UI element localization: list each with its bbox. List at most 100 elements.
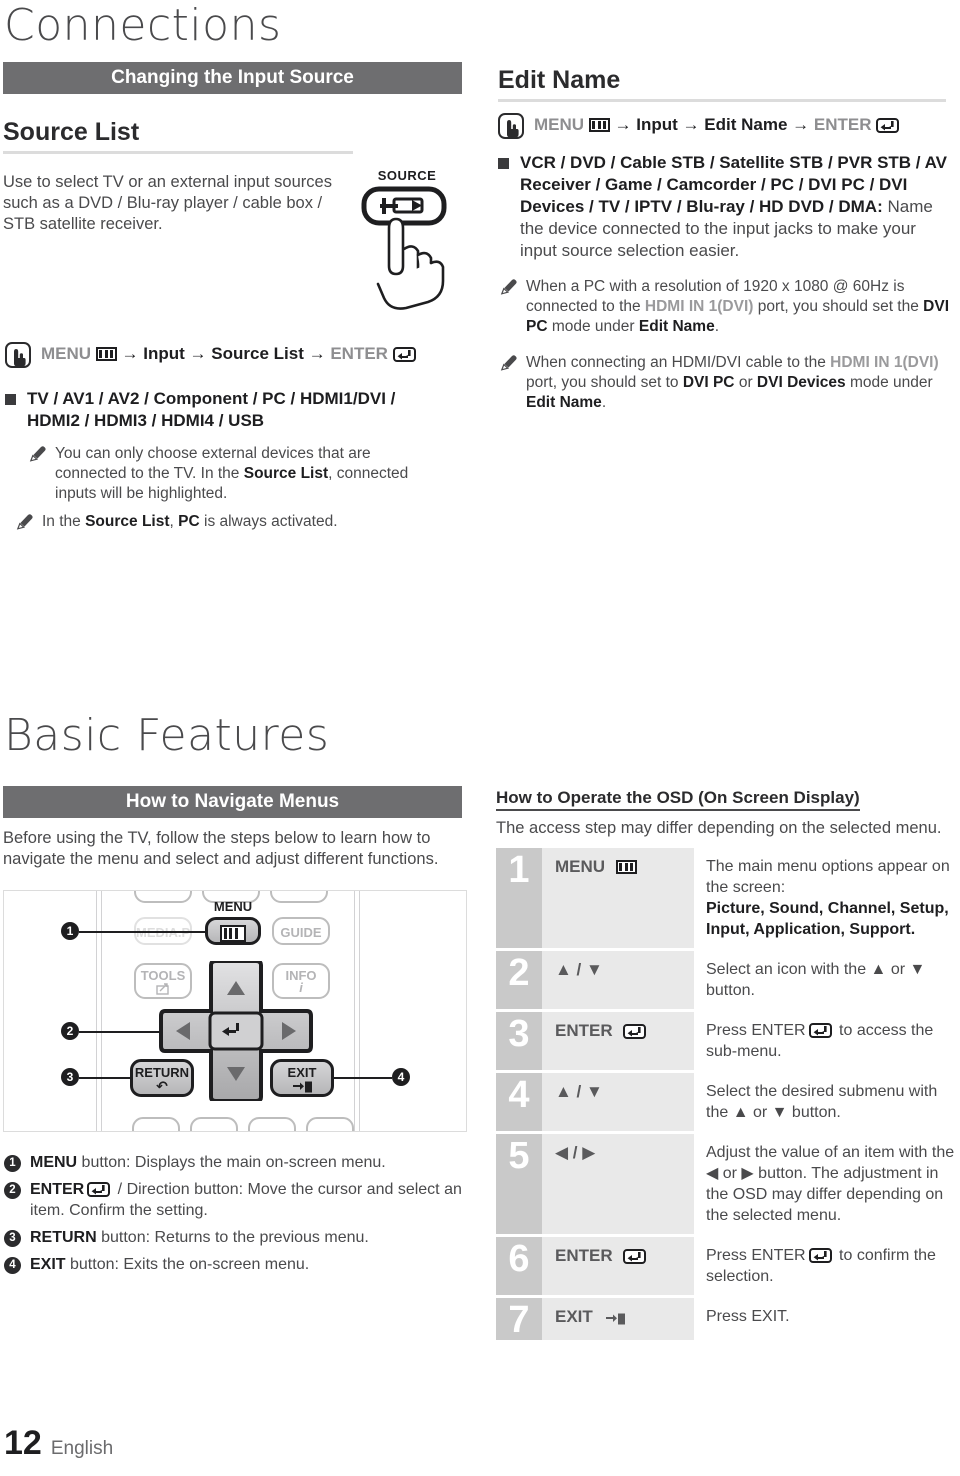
callout-number-4: 4 <box>392 1068 410 1086</box>
osd-row-5-button: ◀ / ▶ <box>542 1131 694 1236</box>
path-edit-name-text: MENU → Input → Edit Name → ENTER <box>534 113 900 137</box>
osd-row-6-button: ENTER <box>542 1234 694 1297</box>
menu-icon <box>220 925 246 942</box>
legend-number-4: 4 <box>4 1257 21 1274</box>
note-source-list-2-text: In the Source List, PC is always activat… <box>42 512 338 532</box>
remote-edge-rail-left-2 <box>101 891 102 1131</box>
enter-icon <box>623 1024 647 1039</box>
en-note-2-p4: mode under <box>845 374 933 391</box>
osd-row-4-number: 4 <box>496 1070 542 1133</box>
callout-leader-1 <box>79 931 207 933</box>
exit-icon <box>293 1081 312 1093</box>
osd-row-2-button: ▲ / ▼ <box>542 948 694 1011</box>
source-list-description: Use to select TV or an external input so… <box>3 173 332 233</box>
enter-icon <box>87 1182 111 1197</box>
osd-row-1-desc: The main menu options appear on the scre… <box>694 848 960 950</box>
path-enter-label: ENTER <box>330 344 388 363</box>
osd-row-5-desc: Adjust the value of an item with the ◀ o… <box>694 1131 960 1236</box>
legend-text-4: EXIT button: Exits the on-screen menu. <box>30 1254 309 1275</box>
en-note-1-p2: port, you should set the <box>753 298 924 315</box>
arrow-2: → <box>682 115 700 134</box>
callout-number-1: 1 <box>61 922 79 940</box>
footer-page-number: 12 <box>4 1424 42 1462</box>
path-step-input: Input <box>143 344 185 363</box>
table-row: 2 ▲ / ▼ Select an icon with the ▲ or ▼ b… <box>496 948 960 1011</box>
osd-row-7-button-label: EXIT <box>555 1307 593 1326</box>
enter-icon <box>876 118 900 133</box>
remote-edge-rail-left <box>96 891 97 1131</box>
osd-row-3-desc-pre: Press ENTER <box>706 1022 806 1039</box>
legend-number-2: 2 <box>4 1182 21 1199</box>
osd-row-3-button-label: ENTER <box>555 1021 613 1040</box>
remote-button-partial-bottom-4 <box>306 1117 354 1131</box>
note-1-bold-1: Source List <box>243 465 329 482</box>
note-source-list-1: You can only choose external devices tha… <box>27 444 442 504</box>
arrow-1: → <box>121 344 139 363</box>
remote-exit-label: EXIT <box>287 1065 317 1080</box>
legend-3-rest: button: Returns to the previous menu. <box>96 1229 369 1246</box>
section-bar-changing-input-source: Changing the Input Source <box>3 62 462 94</box>
path-edit-name: MENU → Input → Edit Name → ENTER <box>498 113 948 139</box>
note-2-part-2: , <box>169 513 179 530</box>
legend-1-bold: MENU <box>30 1154 78 1171</box>
remote-button-guide[interactable]: GUIDE <box>272 917 330 945</box>
chapter-title-connections: Connections <box>4 0 282 51</box>
menu-icon <box>95 347 117 361</box>
en-note-2-grey: HDMI IN 1(DVI) <box>830 354 939 371</box>
heading-edit-name: Edit Name <box>498 66 946 102</box>
edit-name-options-text: VCR / DVD / Cable STB / Satellite STB / … <box>520 152 950 262</box>
legend-text-2: ENTER / Direction button: Move the curso… <box>30 1179 462 1221</box>
remote-button-menu[interactable] <box>205 917 261 945</box>
legend-item-1: 1 MENU button: Displays the main on-scre… <box>4 1152 462 1173</box>
path-menu-label: MENU <box>534 115 585 134</box>
path-menu-label: MENU <box>41 344 92 363</box>
osd-row-1-button-label: MENU <box>555 857 606 876</box>
en-note-2-b3: Edit Name <box>526 394 602 411</box>
section-bar-how-to-navigate-menus: How to Navigate Menus <box>3 786 462 818</box>
osd-row-3-desc: Press ENTER to access the sub-menu. <box>694 1009 960 1072</box>
legend-4-rest: button: Exits the on-screen menu. <box>65 1256 310 1273</box>
en-note-2-p1: When connecting an HDMI/DVI cable to the <box>526 354 831 371</box>
callout-leader-4 <box>334 1077 392 1079</box>
arrow-2: → <box>189 344 207 363</box>
navigate-menus-intro: Before using the TV, follow the steps be… <box>3 829 439 868</box>
remote-edge-rail-right <box>354 891 355 1131</box>
table-row: 1 MENU The main menu options appear on t… <box>496 848 960 950</box>
enter-icon <box>623 1249 647 1264</box>
en-note-1-b2: Edit Name <box>638 318 715 335</box>
remote-button-exit[interactable]: EXIT <box>270 1059 334 1097</box>
osd-row-1-number: 1 <box>496 848 542 950</box>
osd-row-1-desc-pre: The main menu options appear on the scre… <box>706 858 950 896</box>
source-button-label: SOURCE <box>377 168 437 183</box>
legend-item-4: 4 EXIT button: Exits the on-screen menu. <box>4 1254 462 1275</box>
return-arrow-icon: ↶ <box>156 1078 168 1094</box>
en-note-1-p3: mode under <box>547 318 639 335</box>
square-bullet-icon <box>5 394 16 405</box>
remote-menu-label: MENU <box>213 899 253 914</box>
legend-item-3: 3 RETURN button: Returns to the previous… <box>4 1227 462 1248</box>
source-button-illustration: SOURCE <box>352 168 462 328</box>
path-source-list: MENU → Input → Source List → ENTER <box>5 342 455 368</box>
table-row: 4 ▲ / ▼ Select the desired submenu with … <box>496 1070 960 1133</box>
remote-control-diagram: MENU MEDIA.P GUIDE TOOLS INFO i <box>3 890 467 1132</box>
note-edit-name-2-text: When connecting an HDMI/DVI cable to the… <box>526 353 950 413</box>
osd-row-4-button: ▲ / ▼ <box>542 1070 694 1133</box>
menu-icon <box>615 860 637 874</box>
path-step-edit-name: Edit Name <box>704 115 788 134</box>
callout-leader-2 <box>79 1031 159 1033</box>
en-note-1-grey: HDMI IN 1(DVI) <box>644 298 754 315</box>
remote-button-return[interactable]: RETURN ↶ <box>130 1059 194 1097</box>
osd-row-6-desc: Press ENTER to confirm the selection. <box>694 1234 960 1297</box>
footer-language: English <box>50 1438 114 1459</box>
legend-item-2: 2 ENTER / Direction button: Move the cur… <box>4 1179 462 1221</box>
remote-button-partial-bottom-1 <box>132 1117 180 1131</box>
square-bullet-icon <box>498 158 509 169</box>
note-edit-name-1: When a PC with a resolution of 1920 x 10… <box>498 277 950 337</box>
heading-source-list: Source List <box>3 118 353 154</box>
en-note-2-p3: or <box>734 374 757 391</box>
heading-how-to-operate-osd: How to Operate the OSD (On Screen Displa… <box>496 788 860 811</box>
pencil-icon <box>498 355 518 376</box>
chapter-title-basic-features: Basic Features <box>4 710 330 761</box>
osd-row-3-button: ENTER <box>542 1009 694 1072</box>
enter-icon <box>392 347 416 362</box>
